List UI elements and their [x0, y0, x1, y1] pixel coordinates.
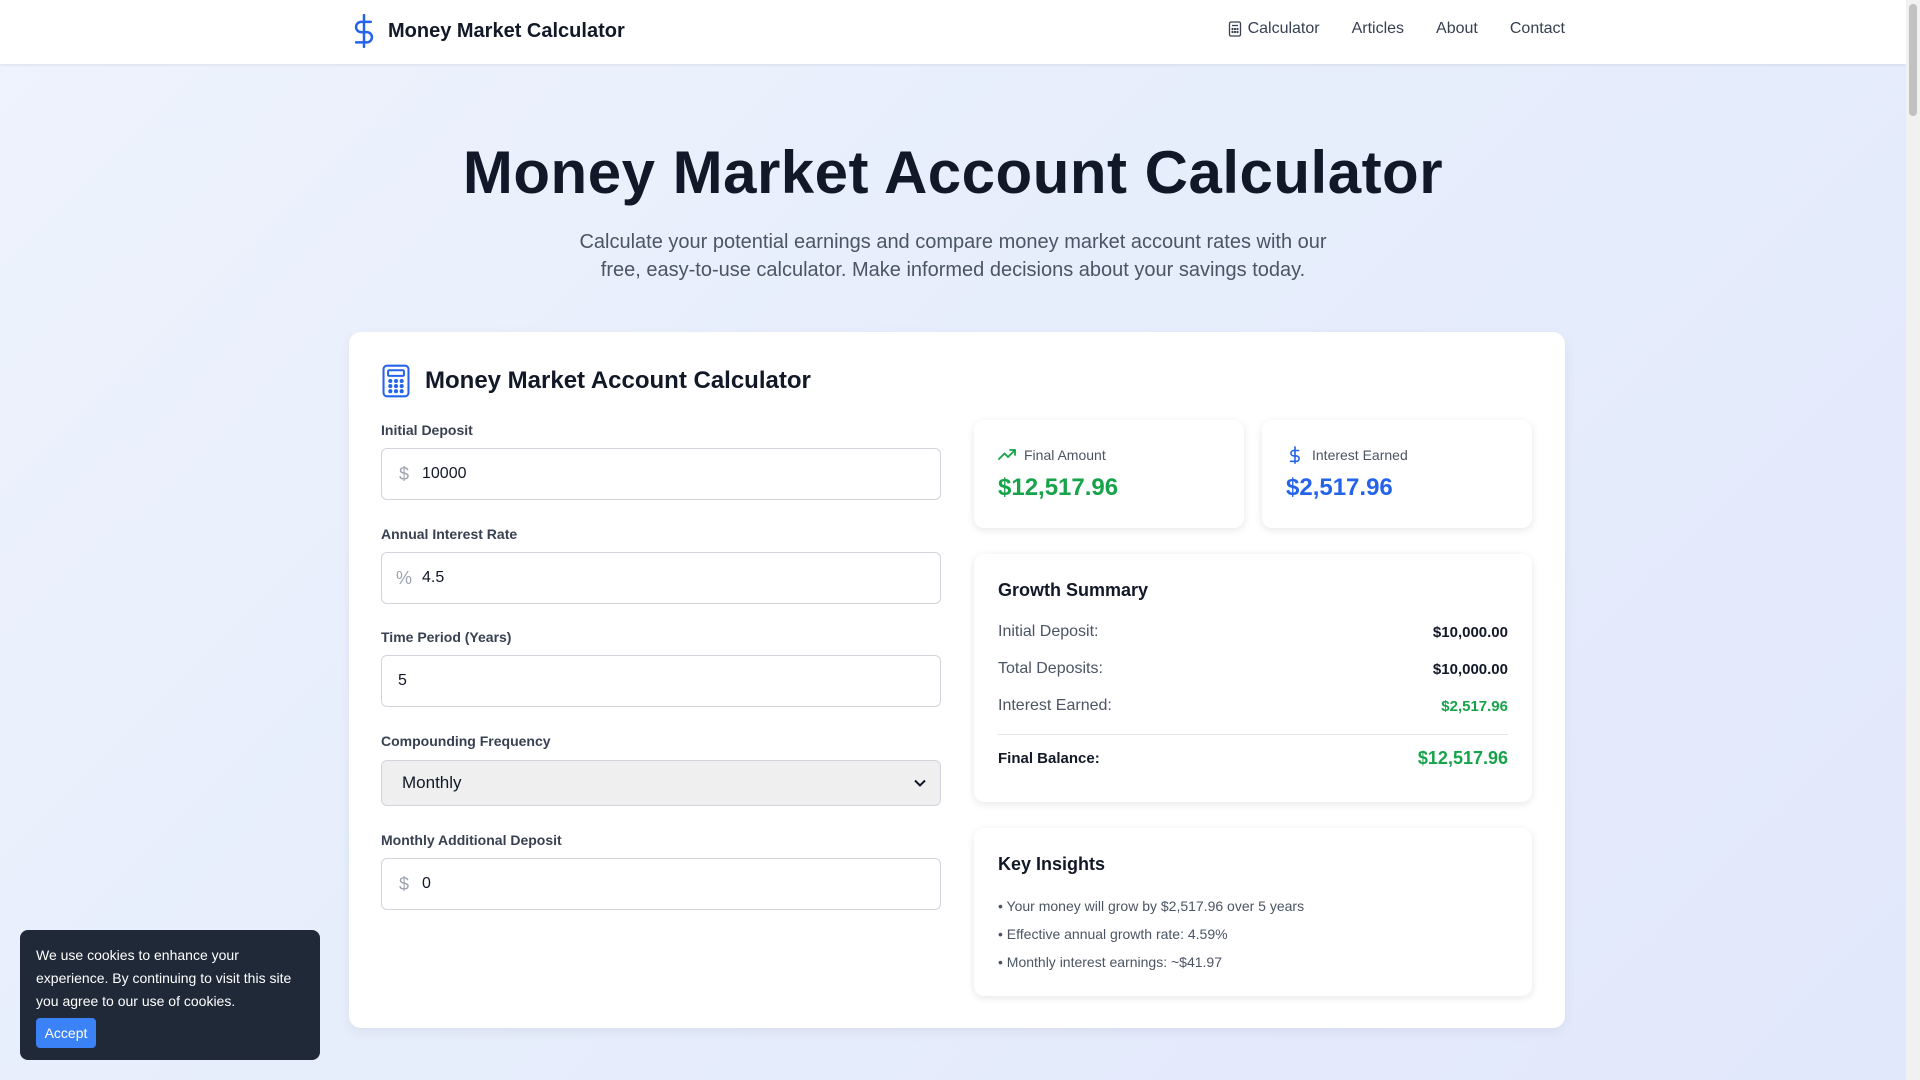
compounding-label: Compounding Frequency: [381, 733, 551, 749]
key-insights-title: Key Insights: [998, 854, 1106, 874]
interest-rate-label: Annual Interest Rate: [381, 526, 518, 542]
interest-earned-value: $2,517.96: [1286, 474, 1393, 501]
summary-value: $10,000.00: [1432, 660, 1508, 678]
calculator-card: Money Market Account Calculator Initial …: [349, 332, 1565, 1028]
monthly-deposit-label: Monthly Additional Deposit: [381, 832, 562, 848]
summary-row: Initial Deposit: $10,000.00: [998, 623, 1508, 641]
nav-articles[interactable]: Articles: [1352, 20, 1404, 38]
dollar-icon: $: [398, 463, 409, 484]
percent-icon: %: [395, 567, 412, 588]
page-subtitle: Calculate your potential earnings and co…: [579, 231, 1327, 281]
top-navbar: Money Market Calculator Calculator Artic…: [0, 0, 1906, 64]
insight-item: • Effective annual growth rate: 4.59%: [998, 926, 1228, 942]
summary-value: $10,000.00: [1432, 623, 1508, 641]
interest-earned-label-row: Interest Earned: [1286, 446, 1408, 464]
trending-up-icon: [998, 449, 1016, 460]
final-amount-label: Final Amount: [1024, 447, 1106, 463]
interest-earned-card: Interest Earned $2,517.96: [1262, 420, 1532, 528]
scrollbar-thumb[interactable]: [1909, 4, 1917, 116]
final-amount-card: Final Amount $12,517.96: [974, 420, 1244, 528]
interest-earned-label: Interest Earned: [1312, 447, 1408, 463]
nav-calculator[interactable]: Calculator: [1228, 20, 1320, 38]
summary-label: Interest Earned:: [998, 697, 1112, 714]
accept-cookies-button[interactable]: Accept: [36, 1018, 96, 1048]
brand-title: Money Market Calculator: [388, 19, 625, 42]
cookie-text: We use cookies to enhance your experienc…: [36, 947, 292, 1009]
time-period-label: Time Period (Years): [381, 629, 512, 645]
insight-item: • Monthly interest earnings: ~$41.97: [998, 954, 1222, 970]
initial-deposit-input[interactable]: [422, 465, 902, 483]
growth-summary-panel: Growth Summary Initial Deposit: $10,000.…: [974, 554, 1532, 802]
initial-deposit-field[interactable]: $: [381, 448, 941, 500]
final-balance-label: Final Balance:: [998, 750, 1100, 767]
time-period-field[interactable]: [381, 655, 941, 707]
monthly-deposit-input[interactable]: [422, 875, 902, 893]
dollar-icon: [1289, 446, 1300, 464]
calculator-icon: [1228, 21, 1241, 37]
compounding-select[interactable]: Monthly: [381, 760, 941, 806]
summary-value: $2,517.96: [1441, 697, 1508, 715]
compounding-selected-value: Monthly: [402, 773, 462, 792]
summary-row: Interest Earned: $2,517.96: [998, 697, 1508, 715]
initial-deposit-label: Initial Deposit: [381, 422, 473, 438]
dollar-icon: [354, 14, 374, 48]
page-scrollbar[interactable]: [1906, 0, 1920, 1080]
cookie-banner: We use cookies to enhance your experienc…: [20, 930, 320, 1060]
insight-item: • Your money will grow by $2,517.96 over…: [998, 898, 1305, 914]
main-nav: Calculator Articles About Contact: [1228, 20, 1565, 38]
nav-calculator-label: Calculator: [1247, 20, 1320, 37]
interest-rate-field[interactable]: %: [381, 552, 941, 604]
summary-row: Total Deposits: $10,000.00: [998, 660, 1508, 678]
summary-label: Total Deposits:: [998, 660, 1103, 677]
growth-summary-title: Growth Summary: [998, 580, 1149, 600]
time-period-input[interactable]: [382, 672, 862, 690]
summary-label: Initial Deposit:: [998, 623, 1099, 640]
final-amount-label-row: Final Amount: [998, 446, 1106, 464]
key-insights-panel: Key Insights • Your money will grow by $…: [974, 828, 1532, 996]
chevron-down-icon: [914, 779, 926, 787]
final-balance-value: $12,517.96: [1417, 748, 1508, 768]
nav-about[interactable]: About: [1436, 20, 1478, 38]
interest-rate-input[interactable]: [422, 569, 902, 587]
nav-contact[interactable]: Contact: [1510, 20, 1565, 38]
final-balance-row: Final Balance: $12,517.96: [998, 748, 1508, 769]
calculator-title: Money Market Account Calculator: [425, 367, 811, 394]
page-title: Money Market Account Calculator: [462, 139, 1444, 206]
monthly-deposit-field[interactable]: $: [381, 858, 941, 910]
calculator-header: Money Market Account Calculator: [381, 364, 811, 398]
brand[interactable]: Money Market Calculator: [350, 14, 625, 48]
summary-divider: [998, 734, 1508, 735]
calculator-icon: [382, 364, 410, 398]
dollar-icon: $: [398, 873, 409, 894]
final-amount-value: $12,517.96: [998, 474, 1119, 501]
